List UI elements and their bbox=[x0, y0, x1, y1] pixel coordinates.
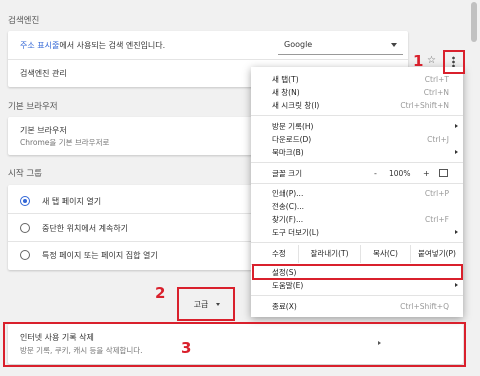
search-engine-value: Google bbox=[284, 40, 313, 49]
menu-item-new-window[interactable]: 새 창(N) Ctrl+N bbox=[251, 86, 463, 99]
menu-item-label: 다운로드(D) bbox=[272, 135, 312, 144]
chevron-right-icon bbox=[455, 283, 458, 287]
menu-edit-row: 수정 잘라내기(T) 복사(C) 붙여넣기(P) bbox=[251, 245, 463, 263]
copy-button[interactable]: 복사(C) bbox=[360, 245, 410, 263]
menu-item-label: 방문 기록(H) bbox=[272, 122, 314, 131]
shortcut-label: Ctrl+F bbox=[425, 215, 449, 224]
menu-item-exit[interactable]: 종료(X) Ctrl+Shift+Q bbox=[251, 300, 463, 313]
address-bar-link[interactable]: 주소 표시줄 bbox=[20, 41, 59, 50]
section-title-default-browser: 기본 브라우저 bbox=[8, 102, 58, 112]
annotation-number-3: 3 bbox=[181, 339, 192, 357]
cut-button[interactable]: 잘라내기(T) bbox=[298, 245, 360, 263]
menu-separator bbox=[251, 162, 463, 163]
menu-item-print[interactable]: 인쇄(P)... Ctrl+P bbox=[251, 187, 463, 200]
edit-label: 수정 bbox=[272, 249, 286, 258]
chevron-right-icon bbox=[455, 150, 458, 154]
shortcut-label: Ctrl+N bbox=[423, 88, 449, 97]
bookmark-star-icon[interactable]: ☆ bbox=[427, 55, 436, 66]
shortcut-label: Ctrl+P bbox=[424, 189, 449, 198]
paste-button[interactable]: 붙여넣기(P) bbox=[410, 245, 463, 263]
menu-item-history[interactable]: 방문 기록(H) bbox=[251, 120, 463, 133]
search-engine-desc-text: 에서 사용되는 검색 엔진입니다. bbox=[59, 41, 166, 50]
menu-separator bbox=[251, 295, 463, 296]
chevron-right-icon bbox=[455, 124, 458, 128]
menu-item-help[interactable]: 도움말(E) bbox=[251, 279, 463, 292]
shortcut-label: Ctrl+T bbox=[424, 75, 449, 84]
highlight-box-clear-data bbox=[3, 322, 466, 367]
menu-item-more-tools[interactable]: 도구 더보기(L) bbox=[251, 226, 463, 239]
menu-item-downloads[interactable]: 다운로드(D) Ctrl+J bbox=[251, 133, 463, 146]
menu-separator bbox=[251, 183, 463, 184]
menu-item-cast[interactable]: 전송(C)... bbox=[251, 200, 463, 213]
menu-item-new-tab[interactable]: 새 탭(T) Ctrl+T bbox=[251, 73, 463, 86]
menu-item-label: 찾기(F)... bbox=[272, 215, 304, 224]
menu-separator bbox=[251, 242, 463, 243]
menu-item-label: 도구 더보기(L) bbox=[272, 228, 319, 237]
chevron-right-icon bbox=[455, 230, 458, 234]
menu-item-label: 새 시크릿 창(I) bbox=[272, 101, 320, 110]
annotation-number-1: 1 bbox=[413, 52, 424, 70]
scrollbar[interactable] bbox=[468, 0, 480, 376]
zoom-label: 글꼴 크기 bbox=[272, 169, 302, 178]
menu-separator bbox=[251, 115, 463, 116]
fullscreen-icon[interactable] bbox=[439, 169, 448, 177]
annotation-number-2: 2 bbox=[155, 284, 166, 302]
menu-item-label: 새 창(N) bbox=[272, 88, 300, 97]
highlight-box-advanced bbox=[177, 287, 235, 321]
scrollbar-thumb[interactable] bbox=[471, 2, 477, 42]
zoom-out-button[interactable]: - bbox=[374, 167, 377, 180]
highlight-box-settings bbox=[252, 264, 463, 280]
menu-zoom-row: 글꼴 크기 - 100% + bbox=[251, 167, 463, 181]
menu-item-label: 종료(X) bbox=[272, 302, 297, 311]
menu-item-bookmarks[interactable]: 북마크(B) bbox=[251, 146, 463, 159]
menu-item-label: 새 탭(T) bbox=[272, 75, 299, 84]
divider bbox=[8, 59, 408, 60]
zoom-level: 100% bbox=[389, 169, 411, 178]
shortcut-label: Ctrl+Shift+N bbox=[400, 101, 449, 110]
search-engine-select[interactable]: Google bbox=[278, 37, 403, 55]
menu-item-find[interactable]: 찾기(F)... Ctrl+F bbox=[251, 213, 463, 226]
menu-item-label: 도움말(E) bbox=[272, 281, 304, 290]
shortcut-label: Ctrl+J bbox=[427, 135, 449, 144]
zoom-in-button[interactable]: + bbox=[423, 167, 430, 180]
section-title-startup: 시작 그룹 bbox=[8, 169, 42, 179]
menu-item-incognito[interactable]: 새 시크릿 창(I) Ctrl+Shift+N bbox=[251, 99, 463, 112]
menu-item-label: 전송(C)... bbox=[272, 202, 305, 211]
chevron-down-icon bbox=[391, 43, 397, 47]
highlight-box-menu-button bbox=[443, 50, 465, 74]
menu-item-label: 인쇄(P)... bbox=[272, 189, 304, 198]
section-title-search-engine: 검색엔진 bbox=[8, 16, 40, 26]
shortcut-label: Ctrl+Shift+Q bbox=[400, 302, 449, 311]
menu-item-label: 북마크(B) bbox=[272, 148, 304, 157]
